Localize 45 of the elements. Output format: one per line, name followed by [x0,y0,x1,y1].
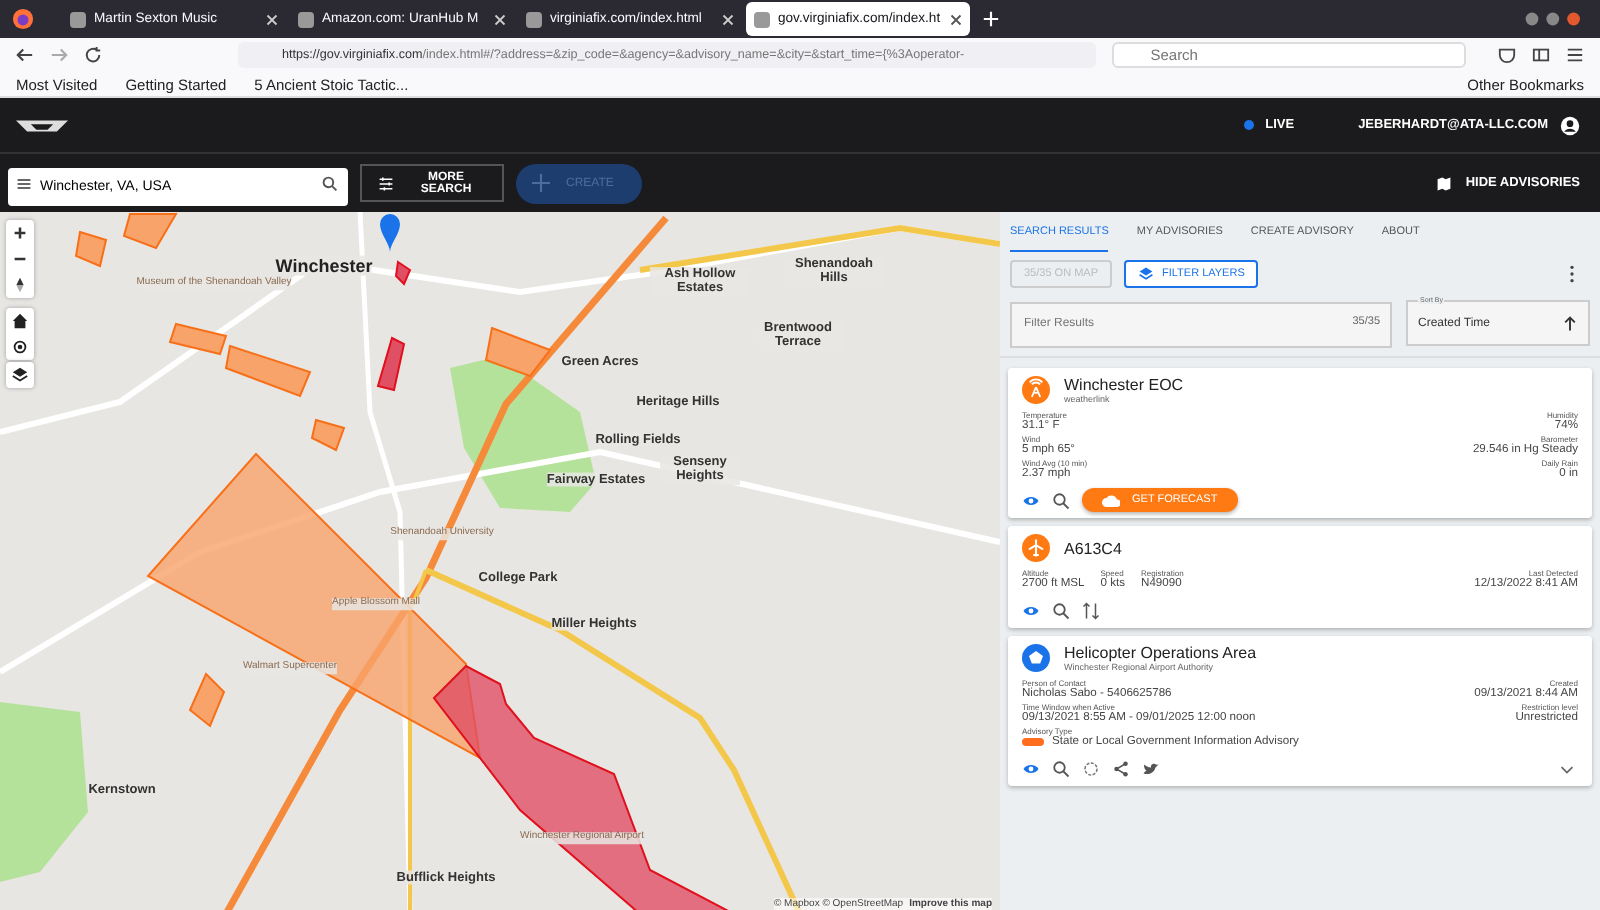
arrow-up-icon [1562,315,1578,331]
layers-icon [1138,266,1154,282]
layers-button[interactable] [6,362,34,388]
map-icon [1435,175,1452,191]
favicon-icon [526,11,542,27]
advisory-area [122,213,178,250]
zoom-to-icon[interactable] [1052,759,1070,777]
share-icon[interactable] [1112,759,1130,777]
account-icon[interactable] [1560,115,1580,135]
card-title: Helicopter Operations Area [1064,644,1257,662]
eye-icon[interactable] [1022,759,1040,777]
favicon-icon [754,11,770,27]
favicon-icon [298,11,314,27]
advisory-area [376,336,406,392]
more-options-icon[interactable] [1568,264,1576,284]
map-label: Winchester [275,255,373,277]
advisory-area [74,230,108,268]
zoom-to-icon[interactable] [1052,601,1070,619]
live-dot-icon [1243,120,1254,130]
sidebar-icon[interactable] [1532,46,1550,64]
zoom-to-icon[interactable] [1052,491,1070,509]
bird-icon[interactable] [1142,759,1160,777]
advisory-area [394,260,412,286]
map-pin-icon[interactable] [380,214,400,252]
plus-icon [532,174,550,192]
logo-icon[interactable] [16,117,68,133]
advisory-area [484,326,552,378]
reload-icon[interactable] [84,46,102,64]
pocket-icon[interactable] [1498,46,1516,64]
card-title: Winchester EOC [1064,376,1184,394]
close-icon[interactable] [950,13,962,25]
result-card[interactable] [1008,636,1592,786]
back-icon[interactable] [16,46,34,64]
swap-icon[interactable] [1082,601,1100,619]
favicon-icon [70,11,86,27]
eye-icon[interactable] [1022,491,1040,509]
menu-icon[interactable] [16,175,32,191]
search-icon[interactable] [322,175,338,191]
firefox-icon[interactable] [12,8,34,30]
sliders-icon [378,175,394,191]
new-tab-icon[interactable] [982,10,1000,28]
cloud-icon [1102,491,1120,509]
card-title: A613C4 [1064,539,1122,557]
menu-icon[interactable] [1566,46,1584,64]
eye-icon[interactable] [1022,601,1040,619]
